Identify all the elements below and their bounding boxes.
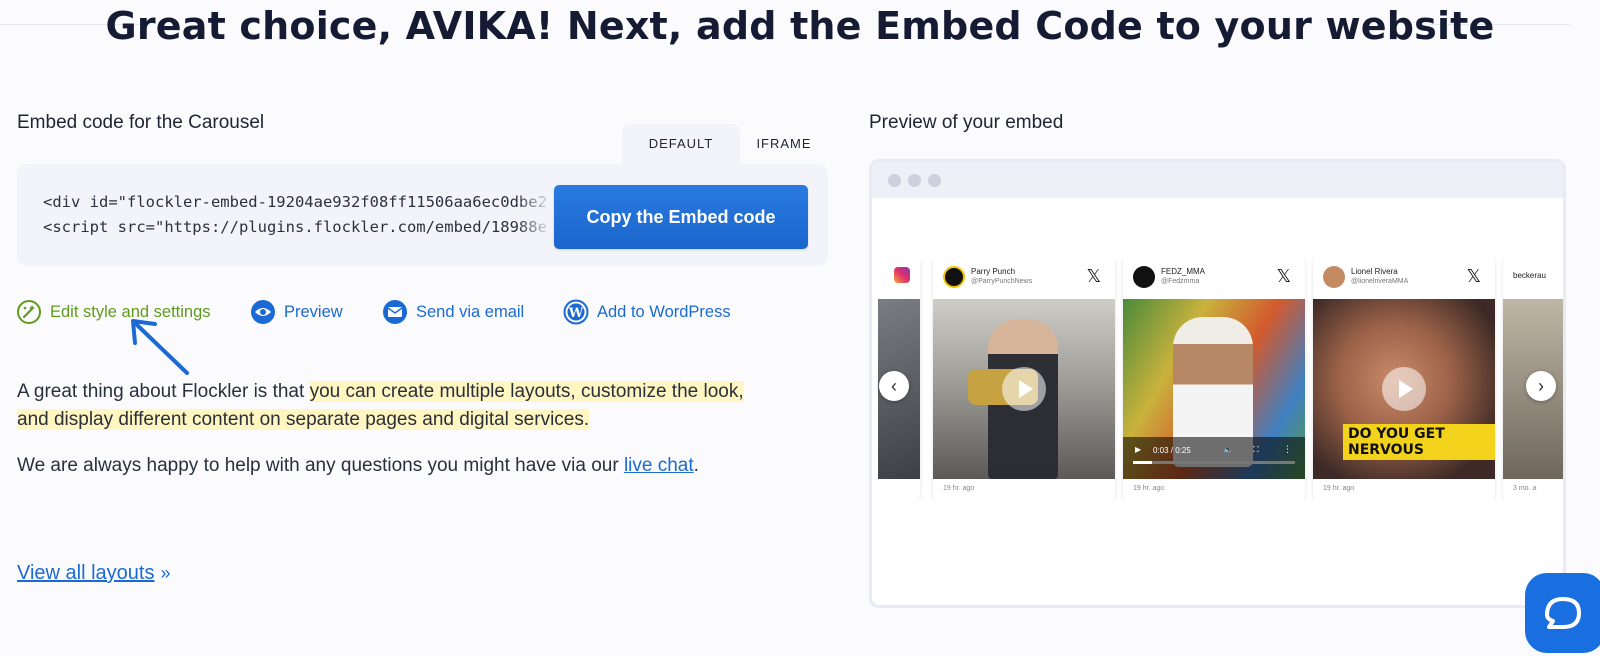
post-image: ▶ 0:03 / 0:25 🔈 ⛶ ⋮: [1123, 299, 1305, 479]
svg-text:W: W: [568, 306, 584, 321]
window-dot-icon: [888, 174, 901, 187]
avatar: [1323, 266, 1345, 288]
embed-code-text[interactable]: <div id="flockler-embed-19204ae932f08ff1…: [43, 190, 549, 239]
video-caption: DO YOU GET NERVOUS: [1343, 424, 1495, 460]
card-username: Parry Punch: [971, 267, 1016, 276]
browser-bar: [872, 162, 1563, 198]
card-username: Lionel Rivera: [1351, 267, 1398, 276]
highlighted-text: and display different content on separat…: [17, 408, 590, 430]
carousel-prev-button[interactable]: ‹: [879, 371, 909, 401]
carousel-card[interactable]: FEDZ_MMA @Fedzmma 𝕏 ▶ 0:03 / 0:25 🔈 ⛶ ⋮ …: [1123, 259, 1305, 499]
code-line: <div id="flockler-embed-19204ae932f08ff1…: [43, 193, 547, 211]
preview-label-heading: Preview of your embed: [869, 112, 1064, 133]
page-title: Great choice, AVIKA! Next, add the Embed…: [105, 4, 1495, 48]
preview-link[interactable]: Preview: [250, 298, 343, 326]
chat-widget-button[interactable]: [1525, 573, 1600, 653]
card-time: 19 hr. ago: [943, 485, 975, 492]
embed-code-label: Embed code for the Carousel: [17, 112, 265, 133]
video-time: 0:03 / 0:25: [1153, 446, 1191, 455]
progress-track[interactable]: [1133, 461, 1295, 464]
card-time: 19 hr. ago: [1133, 485, 1165, 492]
view-all-layouts: View all layouts »: [17, 562, 171, 585]
tab-default[interactable]: DEFAULT: [622, 124, 740, 164]
card-username: beckerau: [1513, 271, 1546, 280]
play-small-icon[interactable]: ▶: [1135, 445, 1141, 454]
help-text: We are always happy to help with any que…: [17, 455, 624, 476]
play-icon[interactable]: [1382, 367, 1426, 411]
progress-fill: [1133, 461, 1153, 464]
envelope-icon: [382, 299, 408, 325]
card-time: 19 hr. ago: [1323, 485, 1355, 492]
x-logo-icon: 𝕏: [1086, 266, 1101, 287]
view-all-layouts-link[interactable]: View all layouts: [17, 562, 154, 584]
preview-label: Preview: [284, 302, 343, 321]
carousel: Parry Punch @ParryPunchNews 𝕏 19 hr. ago…: [878, 259, 1563, 499]
window-dot-icon: [928, 174, 941, 187]
post-image: [933, 299, 1115, 479]
card-handle: @ParryPunchNews: [971, 278, 1033, 285]
add-to-wordpress-label: Add to WordPress: [597, 302, 731, 321]
card-handle: @lionelriveraMMA: [1351, 278, 1409, 285]
window-dot-icon: [908, 174, 921, 187]
video-controls: [1123, 437, 1305, 479]
info-text: A great thing about Flockler is that: [17, 381, 310, 402]
card-header: Lionel Rivera @lionelriveraMMA 𝕏: [1313, 259, 1495, 299]
x-logo-icon: 𝕏: [1466, 266, 1481, 287]
copy-embed-code-button[interactable]: Copy the Embed code: [554, 185, 808, 249]
carousel-card[interactable]: Lionel Rivera @lionelriveraMMA 𝕏 DO YOU …: [1313, 259, 1495, 499]
card-username: FEDZ_MMA: [1161, 267, 1205, 276]
annotation-arrow: [131, 319, 189, 375]
embed-code-box: <div id="flockler-embed-19204ae932f08ff1…: [17, 164, 828, 266]
card-handle: @Fedzmma: [1161, 278, 1200, 285]
chat-bubble-icon: [1545, 597, 1581, 629]
card-time: 3 mo. a: [1513, 485, 1537, 492]
info-paragraph: A great thing about Flockler is that you…: [17, 378, 817, 433]
send-via-email-link[interactable]: Send via email: [382, 298, 524, 326]
post-image: DO YOU GET NERVOUS: [1313, 299, 1495, 479]
x-logo-icon: 𝕏: [1276, 266, 1291, 287]
help-paragraph: We are always happy to help with any que…: [17, 452, 817, 480]
help-text-end: .: [693, 455, 699, 476]
fullscreen-icon[interactable]: ⛶: [1253, 445, 1259, 455]
code-line: <script src="https://plugins.flockler.co…: [43, 217, 547, 236]
tab-iframe[interactable]: IFRAME: [740, 124, 828, 164]
avatar: [943, 266, 965, 288]
add-to-wordpress-link[interactable]: W Add to WordPress: [563, 298, 731, 326]
preview-browser-frame: Parry Punch @ParryPunchNews 𝕏 19 hr. ago…: [869, 159, 1566, 608]
carousel-next-button[interactable]: ›: [1526, 371, 1556, 401]
wordpress-icon: W: [563, 299, 589, 325]
code-fade: [517, 184, 553, 246]
raquo-icon: »: [160, 563, 171, 583]
highlighted-text: you can create multiple layouts, customi…: [309, 381, 744, 402]
volume-icon[interactable]: 🔈: [1223, 445, 1233, 454]
avatar: [1133, 266, 1155, 288]
card-header: FEDZ_MMA @Fedzmma 𝕏: [1123, 259, 1305, 299]
carousel-card[interactable]: Parry Punch @ParryPunchNews 𝕏 19 hr. ago: [933, 259, 1115, 499]
more-icon[interactable]: ⋮: [1283, 444, 1292, 455]
play-icon[interactable]: [1002, 367, 1046, 411]
card-header: Parry Punch @ParryPunchNews 𝕏: [933, 259, 1115, 299]
embed-tabs: DEFAULT IFRAME: [622, 124, 828, 164]
send-via-email-label: Send via email: [416, 302, 525, 321]
live-chat-link[interactable]: live chat: [624, 455, 694, 476]
settings-sparkle-icon: [16, 299, 42, 325]
eye-icon: [250, 299, 276, 325]
instagram-icon: [894, 267, 910, 283]
